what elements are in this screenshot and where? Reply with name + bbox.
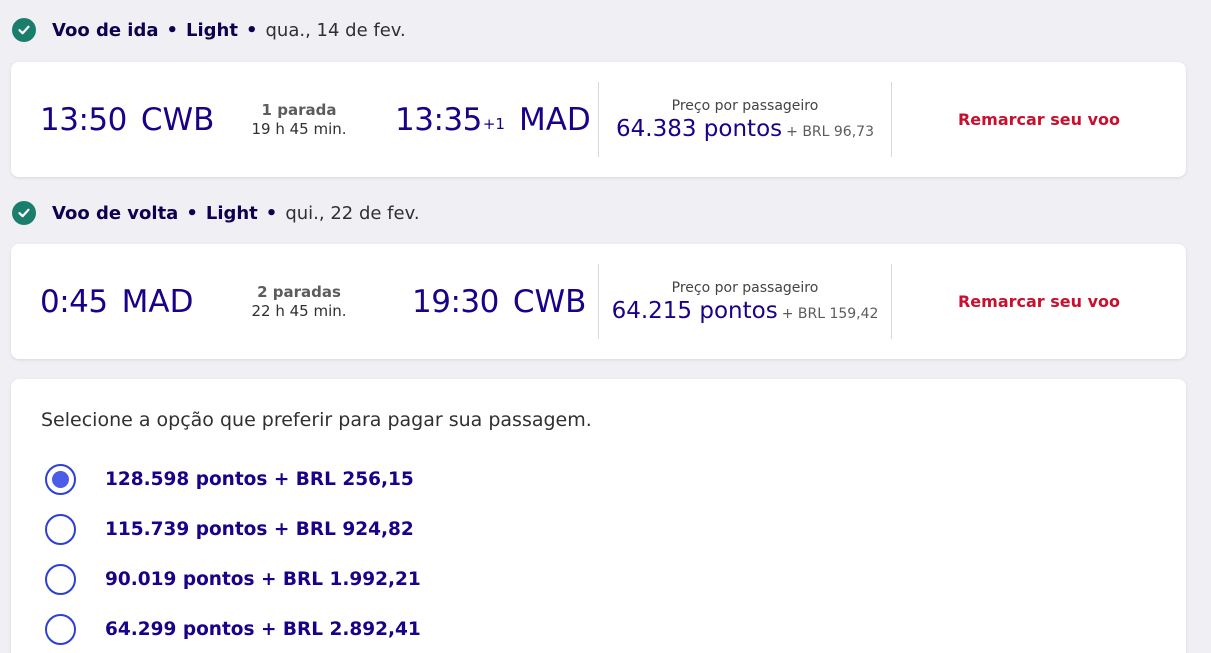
outbound-date: qua., 14 de fev.: [265, 19, 406, 41]
payment-option-3[interactable]: 90.019 pontos + BRL 1.992,21: [45, 563, 421, 595]
payment-option-1[interactable]: 128.598 pontos + BRL 256,15: [45, 463, 414, 495]
price-label: Preço por passageiro: [671, 97, 819, 114]
payment-option-label: 90.019 pontos + BRL 1.992,21: [105, 568, 421, 590]
radio-button-icon[interactable]: [45, 613, 76, 645]
price-brl: + BRL 96,73: [786, 123, 874, 140]
payment-option-label: 64.299 pontos + BRL 2.892,41: [105, 618, 421, 640]
outbound-arrival: 13:35 +1 MAD: [395, 62, 591, 177]
stops-count: 2 paradas: [257, 282, 341, 301]
change-flight-link[interactable]: Remarcar seu voo: [892, 62, 1186, 177]
price-brl: + BRL 159,42: [781, 305, 879, 322]
radio-button-icon[interactable]: [45, 463, 76, 495]
separator-dot: •: [245, 19, 258, 41]
return-arrival: 19:30 CWB: [412, 244, 586, 359]
price-label: Preço por passageiro: [671, 279, 819, 296]
return-date: qui., 22 de fev.: [285, 202, 420, 224]
arrival-time: 19:30: [412, 283, 499, 320]
return-flight-card: 0:45 MAD 2 paradas 22 h 45 min. 19:30 CW…: [11, 244, 1186, 359]
arrival-airport: CWB: [512, 283, 587, 320]
change-flight-link[interactable]: Remarcar seu voo: [892, 244, 1186, 359]
check-circle-icon: [12, 201, 36, 225]
departure-airport: CWB: [140, 101, 215, 138]
price-points: 64.215 pontos: [611, 297, 778, 324]
separator-dot: •: [265, 202, 278, 224]
separator-dot: •: [166, 19, 179, 41]
arrival-airport: MAD: [518, 101, 591, 138]
arrival-time: 13:35: [395, 101, 482, 138]
return-header: Voo de volta • Light • qui., 22 de fev.: [12, 198, 420, 228]
payment-option-label: 115.739 pontos + BRL 924,82: [105, 518, 414, 540]
day-offset: +1: [482, 114, 505, 133]
payment-option-2[interactable]: 115.739 pontos + BRL 924,82: [45, 513, 414, 545]
return-price: Preço por passageiro 64.215 pontos + BRL …: [599, 244, 891, 359]
check-circle-icon: [12, 18, 36, 42]
payment-title: Selecione a opção que preferir para paga…: [41, 409, 592, 431]
payment-option-4[interactable]: 64.299 pontos + BRL 2.892,41: [45, 613, 421, 645]
return-departure: 0:45 MAD: [40, 244, 193, 359]
outbound-title: Voo de ida: [52, 19, 159, 41]
outbound-stops-info: 1 parada 19 h 45 min.: [229, 62, 369, 177]
departure-time: 13:50: [40, 101, 127, 138]
outbound-departure: 13:50 CWB: [40, 62, 214, 177]
booking-summary-page: Voo de ida • Light • qua., 14 de fev. 13…: [0, 0, 1211, 653]
outbound-fare: Light: [186, 19, 238, 41]
flight-duration: 19 h 45 min.: [251, 119, 347, 138]
radio-button-icon[interactable]: [45, 563, 76, 595]
price-points: 64.383 pontos: [616, 115, 783, 142]
stops-count: 1 parada: [261, 100, 337, 119]
outbound-price: Preço por passageiro 64.383 pontos + BRL …: [599, 62, 891, 177]
return-title: Voo de volta: [52, 202, 179, 224]
payment-option-label: 128.598 pontos + BRL 256,15: [105, 468, 414, 490]
separator-dot: •: [186, 202, 198, 224]
departure-time: 0:45: [40, 283, 108, 320]
outbound-flight-card: 13:50 CWB 1 parada 19 h 45 min. 13:35 +1 …: [11, 62, 1186, 177]
return-fare: Light: [205, 202, 258, 224]
payment-options-card: Selecione a opção que preferir para paga…: [11, 379, 1186, 653]
return-stops-info: 2 paradas 22 h 45 min.: [229, 244, 369, 359]
outbound-header: Voo de ida • Light • qua., 14 de fev.: [12, 15, 406, 45]
radio-button-icon[interactable]: [45, 513, 76, 545]
flight-duration: 22 h 45 min.: [251, 301, 347, 320]
departure-airport: MAD: [121, 283, 194, 320]
